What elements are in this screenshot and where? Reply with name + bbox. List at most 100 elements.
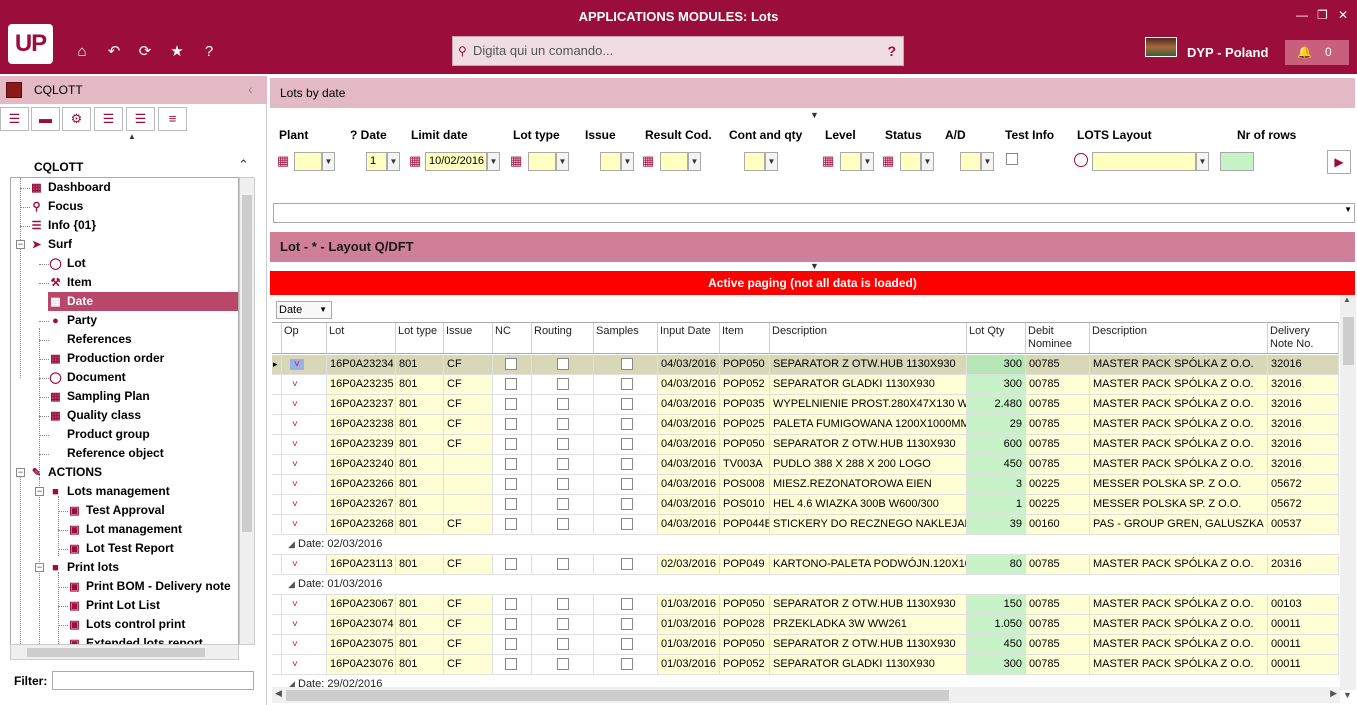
scrollbar-thumb[interactable] [242,195,252,532]
grid-icon[interactable]: ▦ [277,154,291,168]
tree-item-info[interactable]: ☰ Info {01} [29,216,96,235]
status-dropdown-button[interactable]: ▼ [921,152,934,171]
tree-item-focus[interactable]: ⚲ Focus [29,197,83,216]
nc-checkbox[interactable] [505,598,517,610]
help-icon[interactable]: ? [199,42,219,62]
gear-icon[interactable]: ⚙ [62,107,91,131]
row-menu-chevron-icon[interactable]: ˅ [285,599,298,610]
undo-icon[interactable]: ↶ [104,42,124,62]
routing-checkbox[interactable] [557,658,569,670]
group-by-select[interactable]: Date ▼ [276,301,332,319]
tree-item-print-lots[interactable]: ■ Print lots [48,558,119,577]
home-icon[interactable]: ⌂ [72,42,92,62]
column-header-routing[interactable]: Routing [532,323,594,354]
column-header-delivery-note[interactable]: Delivery Note No. [1268,323,1339,354]
routing-checkbox[interactable] [557,458,569,470]
scrollbar-thumb[interactable] [1343,317,1354,365]
ad-input[interactable] [960,152,981,171]
samples-checkbox[interactable] [621,378,633,390]
column-header-lot-qty[interactable]: Lot Qty [967,323,1026,354]
row-indicator[interactable] [272,395,282,415]
tree-item-date[interactable]: ▦ Date [48,292,238,311]
row-indicator[interactable] [272,375,282,395]
splitter-handle-icon[interactable]: ▼ [810,261,819,271]
cont-qty-input[interactable] [744,152,765,171]
row-menu-chevron-icon[interactable]: ˅ [285,439,298,450]
grid-icon[interactable]: ▦ [642,154,656,168]
row-op[interactable]: ˅ [282,615,327,635]
test-info-checkbox[interactable] [1006,153,1018,165]
refresh-icon[interactable]: ⟳ [135,42,155,62]
circle-icon[interactable] [1074,153,1088,167]
tree-item-party[interactable]: ● Party [48,311,97,330]
issue-input[interactable] [600,152,621,171]
star-icon[interactable]: ★ [167,42,187,62]
routing-checkbox[interactable] [557,638,569,650]
routing-checkbox[interactable] [557,558,569,570]
row-indicator[interactable] [272,595,282,615]
table-row[interactable]: ˅ 16P0A23266 801 04/03/2016 POS008 MIESZ.REZO… [272,475,1339,495]
column-header-lot-type[interactable]: Lot type [396,323,444,354]
row-indicator[interactable] [272,515,282,535]
row-menu-chevron-icon[interactable]: ˅ [285,399,298,410]
routing-checkbox[interactable] [557,358,569,370]
samples-checkbox[interactable] [621,398,633,410]
app-logo[interactable]: UP [8,24,53,64]
routing-checkbox[interactable] [557,618,569,630]
nc-checkbox[interactable] [505,378,517,390]
table-row[interactable]: ˅ 16P0A23067 801 CF 01/03/2016 POP050 SEPARATO… [272,595,1339,615]
column-header-input-date[interactable]: Input Date [658,323,720,354]
limit-date-input[interactable]: 10/02/2016 [425,152,487,171]
row-indicator[interactable]: ▸ [272,355,282,375]
row-op[interactable]: ˅ [282,555,327,575]
splitter-handle-icon[interactable]: ▲ [128,132,136,141]
lots-management-collapse-toggle[interactable]: − [35,487,44,496]
tree-item-test-approval[interactable]: ▣ Test Approval [67,501,164,520]
column-header-op[interactable]: Op [282,323,327,354]
table-row[interactable]: ˅ 16P0A23237 801 CF 04/03/2016 POP035 WYPELNIE… [272,395,1339,415]
nc-checkbox[interactable] [505,438,517,450]
close-icon[interactable]: ✕ [1338,8,1348,22]
nc-checkbox[interactable] [505,478,517,490]
layout-selector[interactable]: ▼ [273,203,1355,223]
table-row[interactable]: ˅ 16P0A23240 801 04/03/2016 TV003A PUDLO 388 … [272,455,1339,475]
restore-icon[interactable]: ❐ [1317,8,1328,22]
list-add-icon[interactable]: ☰ [0,107,29,131]
row-menu-chevron-icon[interactable]: ˅ [285,619,298,630]
tree-item-print-bom[interactable]: ▣ Print BOM - Delivery note [67,577,230,596]
row-menu-chevron-icon[interactable]: ˅ [285,639,298,650]
collapse-triangle-icon[interactable]: ◢ [288,575,295,594]
grid-icon[interactable]: ▦ [822,154,836,168]
scrollbar-thumb[interactable] [27,648,205,657]
tree-item-document[interactable]: ◯ Document [48,368,125,387]
tree-item-reference-object[interactable]: Reference object [48,444,164,463]
samples-checkbox[interactable] [621,618,633,630]
tree-item-lot-test-report[interactable]: ▣ Lot Test Report [67,539,173,558]
table-row[interactable]: ˅ 16P0A23268 801 CF 04/03/2016 POP044B STICKER… [272,515,1339,535]
chevron-up-icon[interactable]: ▲ [1343,295,1351,304]
status-input[interactable] [900,152,921,171]
routing-checkbox[interactable] [557,598,569,610]
list-edit-icon[interactable]: ☰ [94,107,123,131]
tree-item-lot-management[interactable]: ▣ Lot management [67,520,182,539]
row-indicator[interactable] [272,495,282,515]
samples-checkbox[interactable] [621,498,633,510]
row-indicator[interactable] [272,555,282,575]
tree-item-lots-control-print[interactable]: ▣ Lots control print [67,615,185,634]
nc-checkbox[interactable] [505,618,517,630]
routing-checkbox[interactable] [557,378,569,390]
row-menu-chevron-icon[interactable]: ˅ [285,479,298,490]
table-horizontal-scrollbar[interactable]: ◀ ▶ [272,687,1340,703]
level-input[interactable] [840,152,861,171]
lot-type-input[interactable] [528,152,556,171]
nc-checkbox[interactable] [505,458,517,470]
actions-collapse-toggle[interactable]: − [16,468,25,477]
n-date-dropdown-button[interactable]: ▼ [387,152,400,171]
tree-horizontal-scrollbar[interactable] [10,644,239,660]
column-header-lot[interactable]: Lot [327,323,396,354]
row-indicator[interactable] [272,655,282,675]
command-input[interactable]: ⚲ Digita qui un comando... ? [452,36,904,66]
lot-type-dropdown-button[interactable]: ▼ [556,152,569,171]
row-indicator[interactable] [272,615,282,635]
result-cod-input[interactable] [660,152,688,171]
